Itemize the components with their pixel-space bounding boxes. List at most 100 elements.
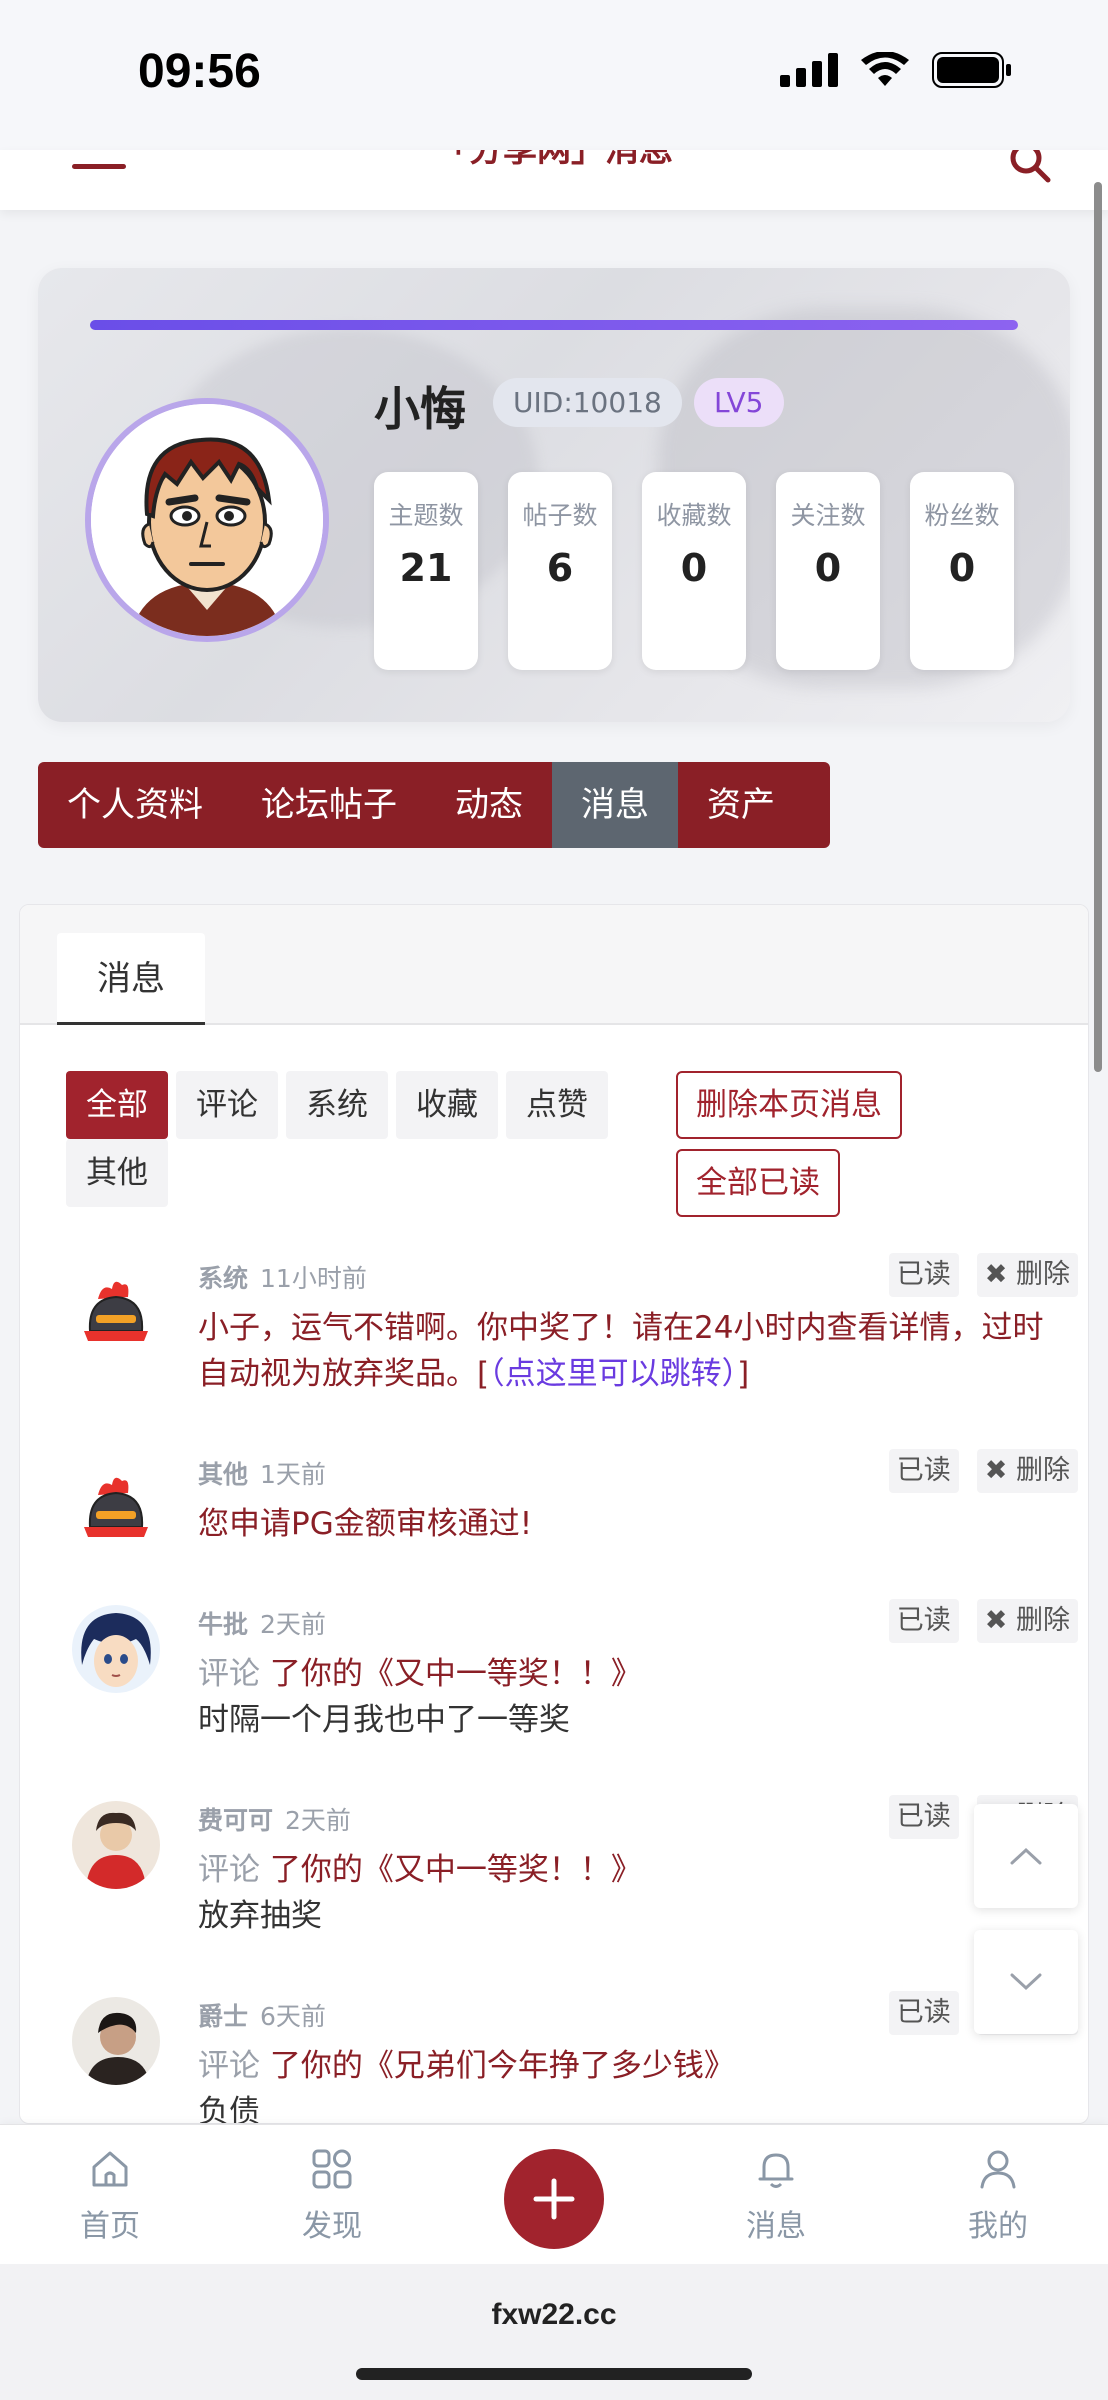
photo-avatar-icon — [72, 1997, 160, 2085]
scroll-to-top-button[interactable] — [974, 1804, 1078, 1908]
delete-message-button[interactable]: ✖ 删除 — [976, 1599, 1078, 1643]
grid-icon — [312, 2149, 352, 2189]
message-item: 系统 11小时前 已读 ✖ 删除 小子，运气不错啊。你中奖了！请在24小时内查看详… — [20, 1253, 1088, 1419]
stat-following[interactable]: 关注数 0 — [776, 472, 880, 670]
message-time: 2天前 — [285, 1806, 351, 1835]
home-icon — [92, 2151, 128, 2187]
status-icons — [780, 52, 1012, 88]
filter-all[interactable]: 全部 — [66, 1071, 168, 1139]
helmet-icon — [72, 1465, 160, 1553]
message-target[interactable]: 了你的《又中一等奖！！》 — [270, 1852, 642, 1888]
message-sender: 牛批 — [198, 1610, 249, 1639]
delete-message-button[interactable]: ✖ 删除 — [976, 1449, 1078, 1493]
stat-label: 粉丝数 — [924, 501, 1000, 530]
tab-forum-posts[interactable]: 论坛帖子 — [232, 762, 426, 848]
delete-label: 删除 — [1016, 1259, 1070, 1290]
mark-read-button[interactable]: 已读 — [888, 1795, 959, 1839]
message-target[interactable]: 了你的《又中一等奖！！》 — [270, 1656, 642, 1692]
close-icon: ✖ — [984, 1455, 1008, 1486]
delete-message-button[interactable]: ✖ 删除 — [976, 1253, 1078, 1297]
tab-profile[interactable]: 个人资料 — [38, 762, 232, 848]
stat-followers[interactable]: 粉丝数 0 — [910, 472, 1014, 670]
browser-url[interactable]: fxw22.cc — [0, 2298, 1108, 2332]
plus-icon — [533, 2178, 575, 2220]
wifi-icon — [861, 52, 909, 86]
bell-icon — [758, 2153, 794, 2188]
message-item: 费可可2天前 已读 ✖ 删除 评论 了你的《又中一等奖！！》 放弃抽奖 — [20, 1795, 1088, 1951]
message-content: 放弃抽奖 — [198, 1898, 322, 1934]
nav-discover[interactable]: 发现 — [272, 2147, 392, 2245]
system-avatar — [72, 1269, 160, 1357]
nav-messages[interactable]: 消息 — [716, 2147, 836, 2245]
page-scrollbar[interactable] — [1094, 182, 1102, 1072]
cartoon-man-avatar-icon — [91, 404, 323, 636]
helmet-icon — [72, 1269, 160, 1357]
message-sender: 费可可 — [198, 1806, 274, 1835]
system-avatar — [72, 1465, 160, 1553]
panel-header: 消息 — [20, 905, 1088, 1025]
message-sender: 其他 — [198, 1460, 249, 1489]
message-target[interactable]: 了你的《兄弟们今年挣了多少钱》 — [270, 2048, 735, 2084]
mark-read-button[interactable]: 已读 — [888, 1599, 959, 1643]
stat-posts[interactable]: 帖子数 6 — [508, 472, 612, 670]
filter-comments[interactable]: 评论 — [176, 1071, 278, 1139]
stat-label: 帖子数 — [522, 501, 598, 530]
signal-icon — [780, 53, 838, 87]
nav-home[interactable]: 首页 — [50, 2147, 170, 2245]
filter-system[interactable]: 系统 — [286, 1071, 388, 1139]
stat-favorites[interactable]: 收藏数 0 — [642, 472, 746, 670]
message-body: 评论 了你的《又中一等奖！！》 放弃抽奖 — [198, 1847, 1058, 1939]
delete-label: 删除 — [1016, 1605, 1070, 1636]
uid-badge: UID:10018 — [493, 378, 682, 427]
mark-read-button[interactable]: 已读 — [888, 1449, 959, 1493]
close-icon: ✖ — [984, 1259, 1008, 1290]
status-time: 09:56 — [138, 45, 261, 98]
message-time: 11小时前 — [260, 1264, 367, 1293]
filter-favorites[interactable]: 收藏 — [396, 1071, 498, 1139]
message-text-end: ] — [737, 1356, 750, 1392]
page-title: 「分享网」消息 — [435, 150, 673, 170]
scroll-to-bottom-button[interactable] — [974, 1930, 1078, 2034]
user-avatar[interactable] — [72, 1801, 160, 1889]
nav-me[interactable]: 我的 — [938, 2147, 1058, 2245]
user-avatar[interactable] — [72, 1605, 160, 1693]
tab-assets[interactable]: 资产 — [678, 762, 804, 848]
user-name: 小悔 — [374, 382, 466, 436]
tab-activity[interactable]: 动态 — [426, 762, 552, 848]
create-post-button[interactable] — [504, 2149, 604, 2249]
delete-page-messages-button[interactable]: 删除本页消息 — [676, 1071, 902, 1139]
message-time: 1天前 — [260, 1460, 326, 1489]
nav-label: 消息 — [746, 2209, 806, 2244]
stat-value: 0 — [948, 546, 976, 590]
panel-tab-messages[interactable]: 消息 — [57, 933, 205, 1025]
mark-read-button[interactable]: 已读 — [888, 1253, 959, 1297]
stat-value: 0 — [814, 546, 842, 590]
user-avatar[interactable] — [85, 398, 329, 642]
stat-value: 0 — [680, 546, 708, 590]
filter-likes[interactable]: 点赞 — [506, 1071, 608, 1139]
close-icon: ✖ — [984, 1605, 1008, 1636]
message-body: 评论 了你的《兄弟们今年挣了多少钱》 负债 — [198, 2043, 1058, 2123]
message-actions: 已读 ✖ 删除 — [888, 1449, 1078, 1493]
message-content: 时隔一个月我也中了一等奖 — [198, 1702, 570, 1738]
top-nav: 「分享网」消息 — [0, 150, 1108, 210]
stat-topics[interactable]: 主题数 21 — [374, 472, 478, 670]
message-meta: 系统 11小时前 — [198, 1259, 367, 1295]
mark-all-read-button[interactable]: 全部已读 — [676, 1149, 840, 1217]
search-icon[interactable] — [1008, 150, 1052, 184]
tab-messages[interactable]: 消息 — [552, 762, 678, 848]
message-time: 6天前 — [260, 2002, 326, 2031]
message-sender: 系统 — [198, 1264, 249, 1293]
user-avatar[interactable] — [72, 1997, 160, 2085]
message-body: 您申请PG金额审核通过! — [198, 1501, 1058, 1547]
home-indicator[interactable] — [356, 2368, 752, 2380]
filter-other[interactable]: 其他 — [66, 1139, 168, 1207]
anime-boy-avatar-icon — [72, 1605, 160, 1693]
status-bar: 09:56 — [0, 0, 1108, 150]
level-progress-bar — [90, 320, 1018, 330]
message-meta: 费可可 2天前 — [198, 1801, 351, 1837]
message-link[interactable]: （点这里可以跳转） — [489, 1356, 737, 1392]
message-time: 2天前 — [260, 1610, 326, 1639]
mark-read-button[interactable]: 已读 — [888, 1991, 959, 2035]
battery-icon — [932, 52, 1011, 88]
